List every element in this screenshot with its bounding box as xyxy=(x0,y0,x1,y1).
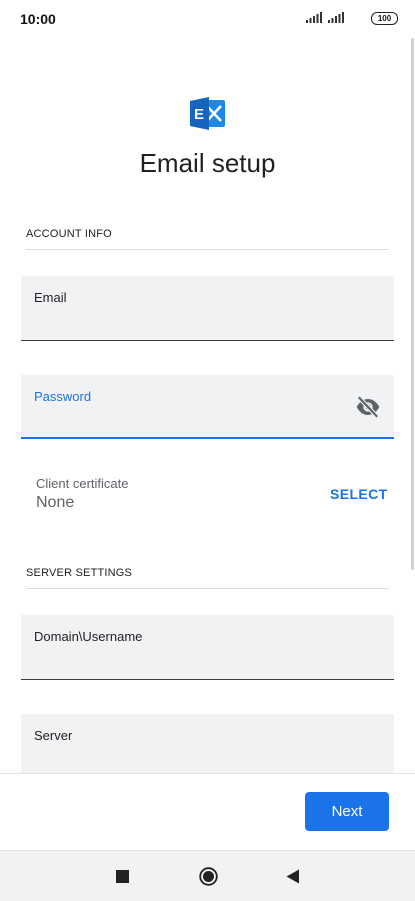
email-field[interactable]: Email xyxy=(21,276,394,341)
square-icon[interactable] xyxy=(116,870,129,883)
domain-username-label: Domain\Username xyxy=(34,629,143,644)
domain-username-field[interactable]: Domain\Username xyxy=(21,615,394,680)
account-info-header: ACCOUNT INFO xyxy=(26,228,112,240)
next-button[interactable]: Next xyxy=(305,792,389,831)
signal-strength-icon xyxy=(328,12,344,23)
server-field[interactable]: Server xyxy=(21,714,394,773)
divider xyxy=(26,249,389,250)
email-input[interactable] xyxy=(34,310,344,332)
client-certificate-value: None xyxy=(36,494,75,511)
signal-strength-icon xyxy=(306,12,322,23)
divider xyxy=(26,588,389,589)
scrollbar[interactable] xyxy=(411,38,414,570)
status-time: 10:00 xyxy=(20,11,56,27)
email-label: Email xyxy=(34,290,67,305)
password-field[interactable]: Password xyxy=(21,375,394,439)
svg-text:E: E xyxy=(194,106,204,123)
exchange-icon: E xyxy=(190,97,225,130)
eye-off-icon[interactable] xyxy=(355,394,381,420)
battery-level: 100 xyxy=(377,14,392,23)
battery-icon: 100 xyxy=(371,12,398,25)
footer-divider xyxy=(0,773,415,774)
page-title: Email setup xyxy=(139,148,276,178)
password-label: Password xyxy=(34,389,92,404)
password-input[interactable] xyxy=(34,407,344,429)
triangle-back-icon[interactable] xyxy=(286,869,300,884)
navigation-bar xyxy=(0,850,415,901)
circle-icon[interactable] xyxy=(199,867,218,886)
domain-username-input[interactable] xyxy=(34,649,344,671)
server-label: Server xyxy=(34,728,73,743)
client-certificate-label: Client certificate xyxy=(36,476,129,491)
status-bar: 10:00 100 xyxy=(0,0,415,38)
server-settings-header: SERVER SETTINGS xyxy=(26,567,133,579)
select-certificate-button[interactable]: SELECT xyxy=(330,486,388,502)
